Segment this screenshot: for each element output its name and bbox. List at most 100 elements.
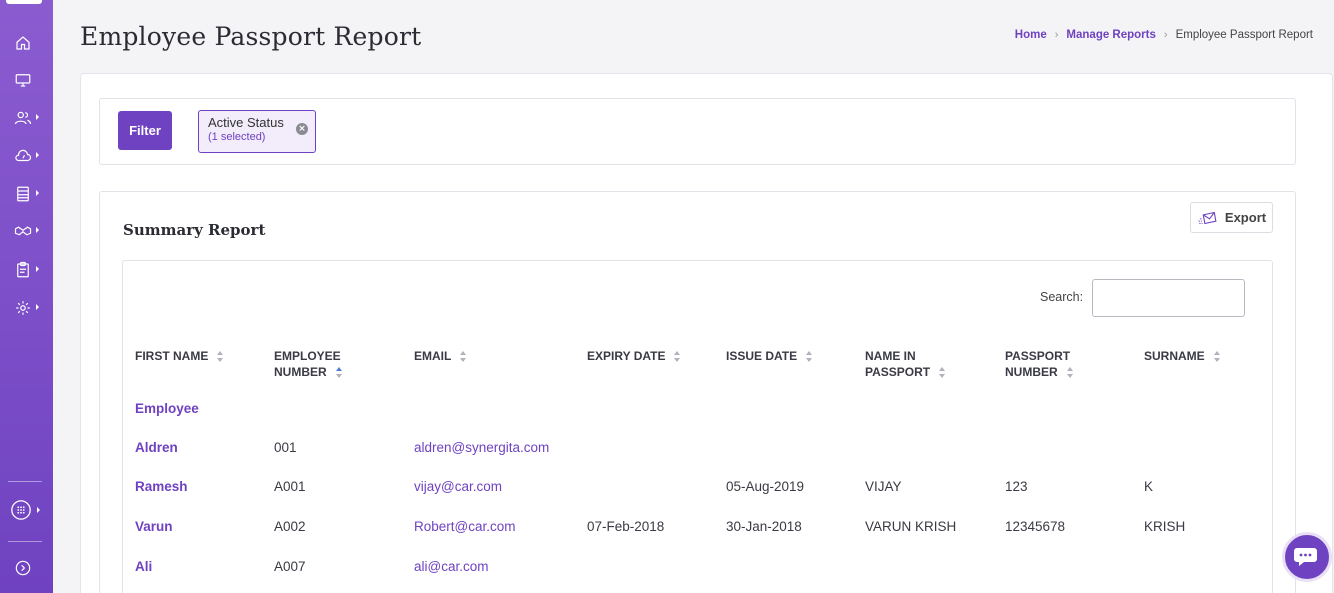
column-header-expiry-date[interactable]: EXPIRY DATE [587, 348, 681, 364]
clipboard-icon [17, 261, 29, 278]
chevron-right-icon: › [1054, 29, 1059, 41]
database-icon [17, 186, 29, 202]
email-link[interactable]: Robert@car.com [414, 519, 516, 534]
sort-icon [1213, 350, 1221, 363]
monitor-icon [15, 74, 31, 87]
table-row: Varun A002 Robert@car.com 07-Feb-2018 30… [123, 519, 1274, 539]
export-icon [1198, 211, 1217, 224]
breadcrumb-current: Employee Passport Report [1175, 29, 1313, 41]
cloud-icon [15, 149, 32, 162]
breadcrumb: Home › Manage Reports › Employee Passpor… [1015, 29, 1313, 41]
column-header-employee-number[interactable]: EMPLOYEE NUMBER [274, 348, 343, 380]
breadcrumb-home[interactable]: Home [1015, 29, 1047, 41]
column-header-label: EMPLOYEE [274, 349, 341, 363]
summary-title: Summary Report [123, 221, 266, 239]
sort-ascending-icon [335, 366, 343, 379]
column-header-label: EXPIRY DATE [587, 349, 666, 363]
sidebar-divider [8, 481, 42, 482]
caret-right-icon [36, 227, 39, 233]
sort-icon [1066, 366, 1074, 379]
search-label: Search: [1040, 290, 1084, 304]
sidebar-item-employees[interactable] [14, 108, 39, 128]
employee-number: A007 [274, 559, 306, 574]
column-header-label: SURNAME [1144, 349, 1205, 363]
first-name-link[interactable]: Varun [135, 519, 173, 534]
passport-number: 12345678 [1005, 519, 1066, 534]
export-button[interactable]: Export [1190, 202, 1273, 233]
chip-label: Active Status [208, 115, 284, 130]
sort-icon [939, 366, 946, 379]
column-header-surname[interactable]: SURNAME [1144, 348, 1221, 364]
first-name-link[interactable]: Aldren [135, 440, 178, 455]
column-header-label: PASSPORT [1005, 349, 1071, 363]
caret-right-icon [36, 114, 39, 120]
sidebar-item-engagement[interactable] [14, 221, 39, 241]
passport-number: 123 [1005, 479, 1028, 494]
breadcrumb-manage-reports[interactable]: Manage Reports [1066, 29, 1155, 41]
surname: K [1144, 479, 1154, 494]
table-row: Ramesh A001 vijay@car.com 05-Aug-2019 VI… [123, 479, 1274, 499]
home-icon [16, 36, 30, 50]
caret-right-icon [36, 266, 39, 272]
column-header-label: NUMBER [274, 365, 327, 379]
expand-icon [15, 560, 31, 576]
employee-number: A001 [274, 479, 306, 494]
caret-right-icon [36, 152, 39, 158]
column-header-label: NAME IN [865, 349, 916, 363]
chip-selection-count: (1 selected) [208, 131, 266, 143]
filter-panel: Filter Active Status (1 selected) × [99, 98, 1296, 165]
table-row: Aldren 001 aldren@synergita.com [123, 440, 1274, 460]
surname: KRISH [1144, 519, 1186, 534]
first-name-link[interactable]: Employee [135, 401, 199, 416]
column-header-label: NUMBER [1005, 365, 1058, 379]
data-table: Search: FIRST NAME EMPLOYEE NUMBER EMAIL… [122, 260, 1273, 593]
email-link[interactable]: ali@car.com [414, 559, 488, 574]
filter-button[interactable]: Filter [118, 111, 172, 150]
gear-icon [16, 301, 30, 315]
sidebar-expand-button[interactable] [15, 558, 39, 578]
caret-right-icon [36, 190, 39, 196]
column-header-email[interactable]: EMAIL [414, 348, 467, 364]
chat-bubble-icon [1294, 548, 1317, 566]
first-name-link[interactable]: Ramesh [135, 479, 188, 494]
active-status-filter-chip[interactable]: Active Status (1 selected) × [198, 110, 316, 153]
sort-icon [674, 350, 681, 363]
summary-report-panel: Summary Report Export Search: FIRST NAME… [99, 191, 1296, 593]
name-in-passport: VIJAY [865, 479, 902, 494]
email-link[interactable]: aldren@synergita.com [414, 440, 549, 455]
sidebar-item-performance[interactable] [14, 146, 39, 166]
export-label: Export [1224, 210, 1267, 225]
employee-number: 001 [274, 440, 297, 455]
issue-date: 30-Jan-2018 [726, 519, 802, 534]
report-card: Filter Active Status (1 selected) × Summ… [80, 73, 1333, 593]
column-header-label: EMAIL [414, 349, 452, 363]
column-header-name-in-passport[interactable]: NAME IN PASSPORT [865, 348, 946, 380]
email-link[interactable]: vijay@car.com [414, 479, 502, 494]
column-header-issue-date[interactable]: ISSUE DATE [726, 348, 813, 364]
sidebar-item-data[interactable] [14, 184, 39, 204]
close-icon[interactable]: × [296, 123, 308, 135]
column-header-passport-number[interactable]: PASSPORT NUMBER [1005, 348, 1074, 380]
chat-widget-button[interactable] [1282, 532, 1332, 582]
first-name-link[interactable]: Ali [135, 559, 152, 574]
sort-icon [460, 350, 467, 363]
sidebar [0, 0, 53, 593]
sidebar-item-dashboard[interactable] [14, 70, 38, 90]
caret-right-icon [37, 507, 40, 513]
column-header-label: FIRST NAME [135, 349, 209, 363]
employee-number: A002 [274, 519, 306, 534]
app-logo[interactable] [6, 0, 42, 4]
sidebar-item-home[interactable] [14, 33, 38, 53]
apps-grid-icon [11, 500, 31, 520]
search-input[interactable] [1092, 279, 1245, 317]
sidebar-divider [8, 541, 42, 542]
column-header-label: PASSPORT [865, 365, 931, 379]
page-title: Employee Passport Report [80, 22, 422, 51]
sidebar-item-settings[interactable] [14, 298, 39, 318]
table-row: Employee [123, 401, 1274, 421]
column-header-first-name[interactable]: FIRST NAME [135, 348, 224, 364]
sidebar-item-reports[interactable] [14, 260, 39, 280]
sidebar-apps-button[interactable] [10, 499, 40, 521]
expiry-date: 07-Feb-2018 [587, 519, 665, 534]
users-icon [14, 111, 32, 125]
